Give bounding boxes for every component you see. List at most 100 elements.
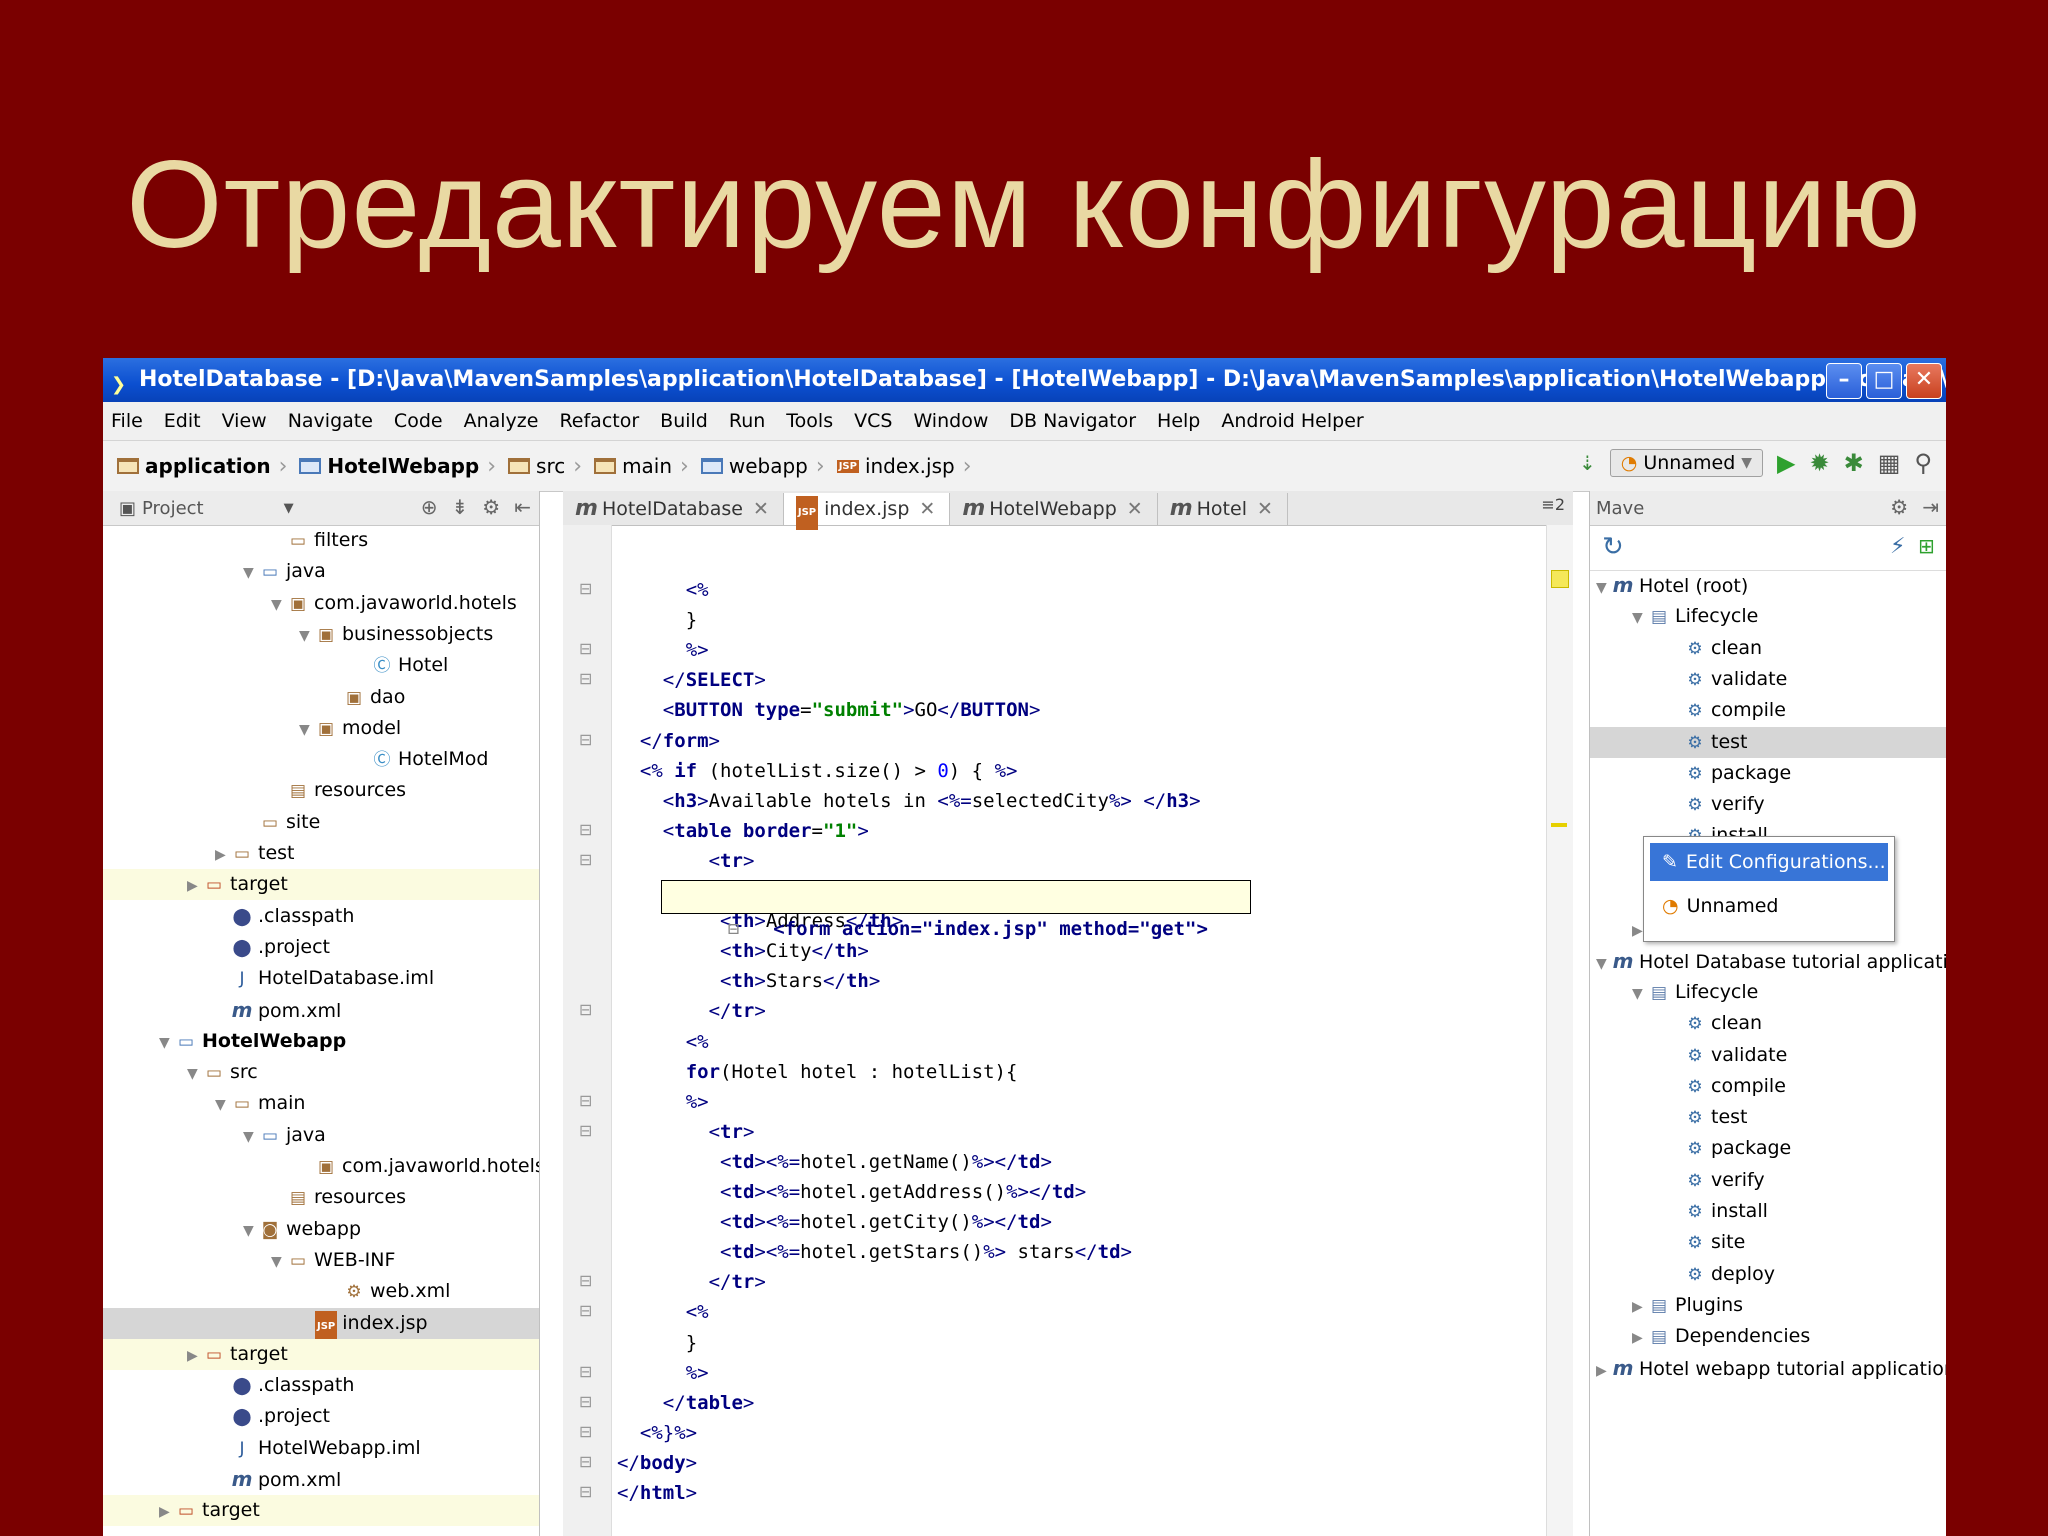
menu-item-android-helper[interactable]: Android Helper (1221, 410, 1363, 432)
fold-icon[interactable]: ⊟ (579, 669, 592, 688)
gear-icon[interactable]: ⚙ (482, 495, 500, 519)
tab-overflow-indicator[interactable]: ≡2 (1541, 495, 1565, 514)
tree-item[interactable]: ⚙ compile (1590, 695, 1946, 726)
tree-item[interactable]: ▼ ▣ com.javaworld.hotels (103, 588, 539, 619)
collapsed-arrow-icon[interactable]: ▶ (187, 871, 203, 902)
tree-item[interactable]: ⚙ verify (1590, 789, 1946, 820)
tree-item[interactable]: ⚙ clean (1590, 633, 1946, 664)
menu-item-navigate[interactable]: Navigate (288, 410, 373, 432)
fold-icon[interactable]: ⊟ (579, 1392, 592, 1411)
menu-item-analyze[interactable]: Analyze (464, 410, 539, 432)
tree-item[interactable]: ▼ m Hotel (root) (1590, 570, 1946, 601)
tree-item[interactable]: Ⓒ Hotel (103, 650, 539, 681)
tree-item[interactable]: ▼ ▣ model (103, 713, 539, 744)
fold-icon[interactable]: ⊟ (579, 1301, 592, 1320)
hide-icon[interactable]: ⇤ (514, 495, 531, 519)
tree-item[interactable]: J HotelDatabase.iml (103, 963, 539, 994)
tree-item[interactable]: ⚙ package (1590, 758, 1946, 789)
error-stripe-mark[interactable] (1551, 823, 1567, 827)
menu-item-window[interactable]: Window (913, 410, 988, 432)
menu-item-tools[interactable]: Tools (786, 410, 833, 432)
tab-hotelwebapp[interactable]: m HotelWebapp ✕ (950, 493, 1158, 525)
collapsed-arrow-icon[interactable]: ▶ (159, 1497, 175, 1528)
expanded-arrow-icon[interactable]: ▼ (215, 1090, 231, 1121)
close-tab-icon[interactable]: ✕ (1127, 498, 1143, 520)
expanded-arrow-icon[interactable]: ▼ (187, 1059, 203, 1090)
fold-icon[interactable]: ⊟ (579, 1000, 592, 1019)
tab-hoteldatabase[interactable]: m HotelDatabase ✕ (563, 493, 784, 525)
fold-icon[interactable]: ⊟ (579, 579, 592, 598)
lightning-icon[interactable]: ⚡ (1890, 534, 1905, 559)
close-icon[interactable]: ✕ (1906, 363, 1942, 399)
unnamed-config-item[interactable]: ◔ Unnamed (1650, 887, 1888, 925)
collapsed-arrow-icon[interactable]: ▶ (1632, 1323, 1648, 1354)
tree-item[interactable]: ⚙ deploy (1590, 1259, 1946, 1290)
close-tab-icon[interactable]: ✕ (1257, 498, 1273, 520)
collapse-icon[interactable]: ⇟ (452, 495, 469, 519)
tree-item[interactable]: ⚙ install (1590, 1196, 1946, 1227)
menu-item-help[interactable]: Help (1157, 410, 1200, 432)
tree-item[interactable]: JSP index.jsp (103, 1307, 539, 1342)
expanded-arrow-icon[interactable]: ▼ (243, 558, 259, 589)
menu-item-db-navigator[interactable]: DB Navigator (1009, 410, 1136, 432)
menu-item-vcs[interactable]: VCS (854, 410, 892, 432)
expanded-arrow-icon[interactable]: ▼ (1596, 573, 1612, 604)
tree-item[interactable]: ⚙ validate (1590, 1040, 1946, 1071)
fold-icon[interactable]: ⊟ (579, 639, 592, 658)
fold-icon[interactable]: ⊟ (579, 1422, 592, 1441)
collapsed-arrow-icon[interactable]: ▶ (187, 1341, 203, 1372)
tree-item[interactable]: Ⓒ HotelMod (103, 744, 539, 775)
tree-item[interactable]: ⬤ .project (103, 1401, 539, 1432)
close-tab-icon[interactable]: ✕ (919, 498, 935, 520)
target-icon[interactable]: ⊕ (421, 495, 438, 519)
run-icon[interactable]: ▶ (1777, 449, 1795, 477)
tree-item[interactable]: ▼ m Hotel Database tutorial application (1590, 946, 1946, 977)
tree-item[interactable]: J HotelWebapp.iml (103, 1433, 539, 1464)
tree-item[interactable]: m pom.xml (103, 995, 539, 1026)
tab-hotel[interactable]: m Hotel ✕ (1158, 493, 1288, 525)
tree-item[interactable]: ▼ ▭ HotelWebapp (103, 1026, 539, 1057)
tree-item[interactable]: ▣ com.javaworld.hotels (103, 1151, 539, 1182)
window-titlebar[interactable]: ❯ HotelDatabase - [D:\Java\MavenSamples\a… (103, 358, 1946, 402)
fold-icon[interactable]: ⊟ (579, 730, 592, 749)
tree-item[interactable]: ⚙ clean (1590, 1008, 1946, 1039)
fold-icon[interactable]: ⊟ (579, 850, 592, 869)
tree-item[interactable]: ⚙ test (1590, 1102, 1946, 1133)
tree-item[interactable]: ▼ ▭ WEB-INF (103, 1245, 539, 1276)
tree-item[interactable]: ▶ m Hotel webapp tutorial application (1590, 1353, 1946, 1384)
expanded-arrow-icon[interactable]: ▼ (271, 590, 287, 621)
expanded-arrow-icon[interactable]: ▼ (271, 1247, 287, 1278)
tree-item[interactable]: ⚙ test (1590, 726, 1946, 758)
tree-item[interactable]: ⚙ validate (1590, 664, 1946, 695)
expanded-arrow-icon[interactable]: ▼ (159, 1028, 175, 1059)
tree-item[interactable]: ▼ ◙ webapp (103, 1214, 539, 1245)
gear-icon[interactable]: ⚙ (1890, 495, 1908, 519)
tree-item[interactable]: m pom.xml (103, 1464, 539, 1495)
tree-item[interactable]: ▶ ▤ Dependencies (1590, 1321, 1946, 1352)
code-area[interactable]: <%} %> </SELECT> <BUTTON type="submit">GO</… (611, 525, 1573, 1536)
tree-item[interactable]: ▼ ▣ businessobjects (103, 619, 539, 650)
breadcrumb-item[interactable]: webapp › (700, 454, 833, 479)
fold-icon[interactable]: ⊟ (579, 1121, 592, 1140)
expanded-arrow-icon[interactable]: ▼ (1596, 949, 1612, 980)
expanded-arrow-icon[interactable]: ▼ (243, 1216, 259, 1247)
expanded-arrow-icon[interactable]: ▼ (1632, 979, 1648, 1010)
tree-item[interactable]: ▣ dao (103, 682, 539, 713)
collapsed-arrow-icon[interactable]: ▶ (215, 840, 231, 871)
tree-item[interactable]: ▶ ▭ target (103, 1338, 539, 1372)
tree-item[interactable]: ▤ resources (103, 775, 539, 806)
menu-item-file[interactable]: File (111, 410, 143, 432)
tree-item[interactable]: ▶ ▭ test (103, 838, 539, 869)
tree-item[interactable]: ▼ ▭ src (103, 1057, 539, 1088)
menu-item-view[interactable]: View (222, 410, 267, 432)
expanded-arrow-icon[interactable]: ▼ (243, 1122, 259, 1153)
search-icon[interactable]: ⚲ (1914, 449, 1932, 477)
fold-icon[interactable]: ⊟ (579, 1362, 592, 1381)
project-structure-icon[interactable]: ▦ (1878, 449, 1901, 477)
collapsed-arrow-icon[interactable]: ▶ (1596, 1356, 1612, 1387)
fold-icon[interactable]: ⊟ (579, 820, 592, 839)
tree-item[interactable]: ⚙ verify (1590, 1165, 1946, 1196)
breadcrumb-item[interactable]: src › (508, 454, 590, 479)
breadcrumb-item[interactable]: HotelWebapp › (299, 454, 504, 479)
menu-item-edit[interactable]: Edit (164, 410, 201, 432)
